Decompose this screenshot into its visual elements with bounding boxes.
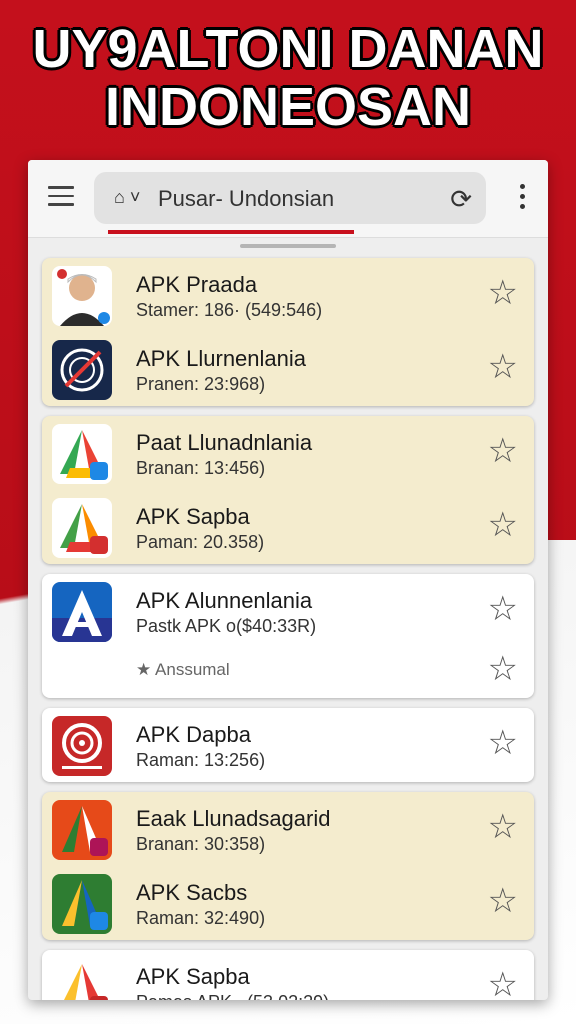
triangle-logo-red-icon[interactable]	[52, 800, 112, 860]
browser-toolbar: ⌂ ˅ Pusar- Undonsian ⟳	[28, 160, 548, 238]
favorite-star-icon[interactable]: ☆	[488, 968, 518, 1000]
banner-title: UY9ALTONI DANAN INDONEOSAN	[0, 20, 576, 136]
app-card: APK Alunnenlania Pastk APK o($40:33R) ☆ ★ A…	[42, 574, 534, 698]
app-title[interactable]: Eaak Llunadsagarid	[136, 806, 330, 832]
more-options-icon[interactable]	[520, 184, 526, 214]
note-row: ★ Anssumal ☆	[42, 648, 534, 698]
favorite-star-icon[interactable]: ☆	[488, 434, 518, 468]
app-list-item[interactable]: APK Praada Stamer: 186· (549:546) ☆	[42, 258, 534, 332]
triangle-logo-blue-icon[interactable]	[52, 874, 112, 934]
app-subtitle: Pranen: 23:968)	[136, 374, 266, 394]
app-title[interactable]: APK Dapba	[136, 722, 251, 748]
favorite-star-icon[interactable]: ☆	[488, 592, 518, 626]
app-subtitle: Branan: 30:358)	[136, 834, 266, 854]
app-card: Eaak Llunadsagarid Branan: 30:358) ☆ APK Sa…	[42, 792, 534, 940]
app-subtitle: Pamas APK . (53.02:29)	[136, 992, 329, 1000]
triangle-logo-yellow-icon[interactable]	[52, 958, 112, 1000]
favorite-star-icon[interactable]: ☆	[488, 508, 518, 542]
app-list-item[interactable]: APK Llurnenlania Pranen: 23:968) ☆	[42, 332, 534, 406]
app-list-item[interactable]: APK Dapba Raman: 13:256) ☆	[42, 708, 534, 782]
app-title[interactable]: APK Alunnenlania	[136, 588, 312, 614]
app-title[interactable]: APK Sacbs	[136, 880, 247, 906]
favorite-star-icon[interactable]: ☆	[488, 652, 518, 686]
home-chevron-icon[interactable]: ⌂ ˅	[114, 187, 140, 208]
reload-icon[interactable]: ⟳	[450, 184, 472, 215]
app-card: APK Dapba Raman: 13:256) ☆	[42, 708, 534, 782]
app-card: Paat Llunadnlania Branan: 13:456) ☆ APK Sap…	[42, 416, 534, 564]
favorite-star-icon[interactable]: ☆	[488, 810, 518, 844]
hamburger-menu-icon[interactable]	[48, 186, 74, 208]
app-card: APK Sapba Pamas APK . (53.02:29) ☆	[42, 950, 534, 1000]
favorite-star-icon[interactable]: ☆	[488, 884, 518, 918]
app-list: APK Praada Stamer: 186· (549:546) ☆ APK Llu…	[42, 258, 534, 1000]
app-list-item[interactable]: Eaak Llunadsagarid Branan: 30:358) ☆	[42, 792, 534, 866]
address-text[interactable]: Pusar- Undonsian	[158, 186, 334, 212]
app-list-item[interactable]: APK Sacbs Raman: 32:490) ☆	[42, 866, 534, 940]
avatar-photo-icon[interactable]	[52, 266, 112, 326]
app-subtitle: Stamer: 186· (549:546)	[136, 300, 323, 320]
app-title[interactable]: APK Sapba	[136, 964, 250, 990]
page-load-progress	[108, 230, 354, 234]
app-title[interactable]: APK Llurnenlania	[136, 346, 306, 372]
app-list-item[interactable]: Paat Llunadnlania Branan: 13:456) ☆	[42, 416, 534, 490]
favorite-star-icon[interactable]: ☆	[488, 276, 518, 310]
app-title[interactable]: APK Praada	[136, 272, 257, 298]
drag-handle[interactable]	[240, 244, 336, 248]
address-bar[interactable]: ⌂ ˅ Pusar- Undonsian ⟳	[94, 172, 486, 224]
app-subtitle: Paman: 20.358)	[136, 532, 265, 552]
app-title[interactable]: APK Sapba	[136, 504, 250, 530]
swirl-logo-icon[interactable]	[52, 716, 112, 776]
app-subtitle: Pastk APK o($40:33R)	[136, 616, 317, 636]
app-list-item[interactable]: APK Alunnenlania Pastk APK o($40:33R) ☆	[42, 574, 534, 648]
triangle-logo-green-icon[interactable]	[52, 424, 112, 484]
banner-line-2: INDONEOSAN	[104, 77, 472, 137]
banner-line-1: UY9ALTONI DANAN	[32, 19, 544, 79]
rating-note: ★ Anssumal	[136, 660, 230, 679]
triangle-logo-orange-icon[interactable]	[52, 498, 112, 558]
app-store-logo-icon[interactable]	[52, 582, 112, 642]
app-card: APK Praada Stamer: 186· (549:546) ☆ APK Llu…	[42, 258, 534, 406]
favorite-star-icon[interactable]: ☆	[488, 350, 518, 384]
app-subtitle: Raman: 32:490)	[136, 908, 266, 928]
favorite-star-icon[interactable]: ☆	[488, 726, 518, 760]
app-list-item[interactable]: APK Sapba Paman: 20.358) ☆	[42, 490, 534, 564]
app-list-item[interactable]: APK Sapba Pamas APK . (53.02:29) ☆	[42, 950, 534, 1000]
app-subtitle: Raman: 13:256)	[136, 750, 266, 770]
phone-screen: ⌂ ˅ Pusar- Undonsian ⟳ APK Praada Stamer:…	[28, 160, 548, 1000]
app-title[interactable]: Paat Llunadnlania	[136, 430, 312, 456]
compass-logo-icon[interactable]	[52, 340, 112, 400]
app-subtitle: Branan: 13:456)	[136, 458, 266, 478]
